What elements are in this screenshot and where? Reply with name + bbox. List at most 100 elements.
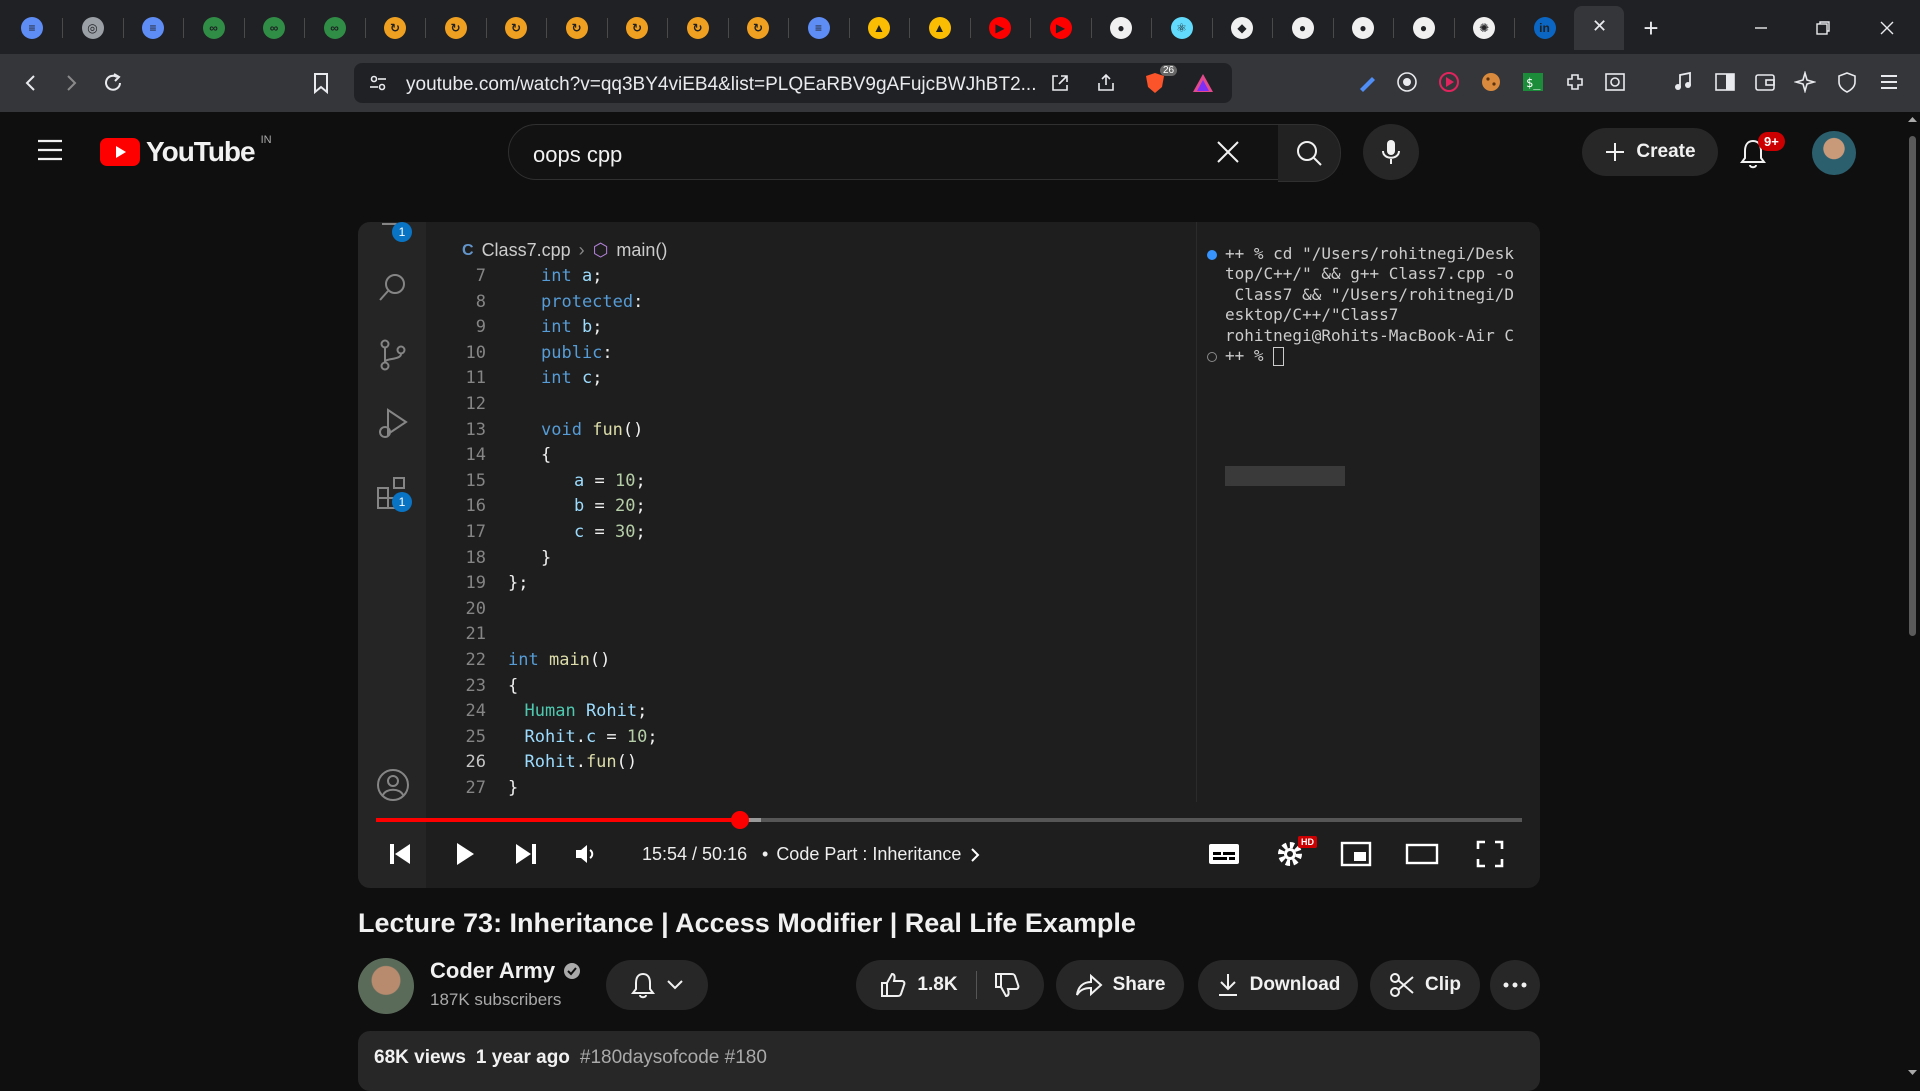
pen-extension-icon[interactable]	[1354, 69, 1380, 95]
volume-button[interactable]	[564, 832, 608, 876]
browser-tab[interactable]: ▲	[924, 12, 956, 44]
page-scroll-thumb[interactable]	[1909, 136, 1916, 636]
channel-name-link[interactable]: Coder Army	[430, 958, 581, 984]
clear-search-icon[interactable]	[1215, 139, 1241, 170]
browser-tab[interactable]: ◆	[1226, 12, 1258, 44]
new-tab-button[interactable]: +	[1636, 13, 1666, 43]
video-player[interactable]: 1 1 C Class7.cpp › ⬡ main() 7 int a; 8 prot…	[358, 222, 1540, 888]
gfg-icon: ∞	[263, 17, 285, 39]
browser-tab[interactable]: ●	[1408, 12, 1440, 44]
browser-tab[interactable]: ≡	[137, 12, 169, 44]
browser-tab[interactable]: ↻	[500, 12, 532, 44]
next-button[interactable]	[504, 832, 548, 876]
like-button[interactable]: 1.8K	[879, 971, 977, 999]
target-extension-icon[interactable]	[1394, 69, 1420, 95]
scroll-up-icon[interactable]	[1905, 114, 1920, 126]
subtitles-button[interactable]	[1202, 832, 1246, 876]
hamburger-menu-icon[interactable]	[36, 138, 64, 167]
share-button[interactable]: Share	[1056, 960, 1184, 1010]
youtube-logo[interactable]: YouTube IN	[100, 134, 272, 168]
browser-tab[interactable]: ↻	[440, 12, 472, 44]
browser-tab[interactable]: ∞	[198, 12, 230, 44]
voice-search-button[interactable]	[1363, 124, 1419, 180]
code-line: 23 {	[426, 674, 519, 700]
bookmark-icon[interactable]	[306, 68, 336, 98]
site-settings-icon[interactable]	[368, 73, 388, 98]
dislike-button[interactable]	[977, 971, 1021, 999]
back-icon[interactable]	[16, 68, 46, 98]
youtube-icon: ▶	[989, 17, 1011, 39]
leo-ai-icon[interactable]	[1792, 69, 1818, 95]
browser-tab[interactable]: ◎	[77, 12, 109, 44]
create-button[interactable]: Create	[1582, 128, 1718, 176]
description-box[interactable]: 68K views 1 year ago #180daysofcode #180	[358, 1031, 1540, 1091]
page-scrollbar[interactable]	[1905, 112, 1920, 1080]
browser-tab[interactable]: ↻	[682, 12, 714, 44]
share-label: Share	[1112, 974, 1166, 995]
browser-toolbar: youtube.com/watch?v=qq3BY4viEB4&list=PLQ…	[0, 54, 1920, 112]
share-page-icon[interactable]	[1096, 73, 1116, 98]
hashtags[interactable]: #180daysofcode #180	[580, 1047, 767, 1069]
browser-tab[interactable]: ∞	[258, 12, 290, 44]
chapter-button[interactable]: • Code Part : Inheritance	[762, 844, 981, 865]
breadcrumb-file[interactable]: Class7.cpp	[482, 240, 571, 261]
minimize-icon[interactable]	[1746, 14, 1776, 42]
browser-tab[interactable]: ≡	[803, 12, 835, 44]
browser-tab[interactable]: in	[1529, 12, 1561, 44]
video-progress-bar[interactable]	[376, 811, 1522, 829]
browser-tab[interactable]: ▲	[863, 12, 895, 44]
brave-rewards-icon[interactable]	[1192, 72, 1214, 99]
previous-button[interactable]	[378, 832, 422, 876]
browser-tab[interactable]: ●	[1347, 12, 1379, 44]
browser-tab[interactable]: ●	[1287, 12, 1319, 44]
close-tab-icon[interactable]: ✕	[1592, 16, 1607, 37]
scroll-down-icon[interactable]	[1905, 1066, 1920, 1078]
account-avatar[interactable]	[1812, 131, 1856, 175]
play-button[interactable]	[442, 832, 486, 876]
sidebar-toggle-icon[interactable]	[1712, 69, 1738, 95]
terminal-extension-icon[interactable]: $_	[1520, 69, 1546, 95]
screenshot-extension-icon[interactable]	[1602, 69, 1628, 95]
browser-tab[interactable]: ≡	[16, 12, 48, 44]
tab-separator	[1030, 18, 1031, 38]
extensions-icon[interactable]	[1562, 69, 1588, 95]
reload-icon[interactable]	[98, 68, 128, 98]
fullscreen-button[interactable]	[1468, 832, 1512, 876]
download-button[interactable]: Download	[1198, 960, 1358, 1010]
wallet-icon[interactable]	[1752, 69, 1778, 95]
menu-icon[interactable]	[1876, 69, 1902, 95]
code-text: protected:	[541, 291, 644, 312]
clip-button[interactable]: Clip	[1370, 960, 1480, 1010]
browser-tab[interactable]: ●	[1105, 12, 1137, 44]
record-extension-icon[interactable]	[1436, 69, 1462, 95]
address-bar[interactable]: youtube.com/watch?v=qq3BY4viEB4&list=PLQ…	[354, 63, 1232, 103]
forward-icon[interactable]	[56, 68, 86, 98]
browser-tab[interactable]: ∞	[319, 12, 351, 44]
scrubber-handle[interactable]	[731, 811, 750, 829]
browser-tab[interactable]: ↻	[621, 12, 653, 44]
browser-tab[interactable]: ↻	[561, 12, 593, 44]
open-external-icon[interactable]	[1050, 73, 1070, 98]
miniplayer-button[interactable]	[1334, 832, 1378, 876]
search-box[interactable]	[508, 124, 1280, 180]
browser-tab[interactable]: ▶	[984, 12, 1016, 44]
cookie-extension-icon[interactable]	[1478, 69, 1504, 95]
breadcrumb-symbol[interactable]: main()	[616, 240, 667, 261]
close-window-icon[interactable]	[1872, 14, 1902, 42]
active-tab[interactable]: ✕	[1574, 6, 1624, 50]
theater-mode-button[interactable]	[1400, 832, 1444, 876]
media-controls-icon[interactable]	[1670, 69, 1696, 95]
browser-tab[interactable]: ↻	[742, 12, 774, 44]
url-text[interactable]: youtube.com/watch?v=qq3BY4viEB4&list=PLQ…	[406, 74, 1036, 96]
browser-tab[interactable]: ↻	[379, 12, 411, 44]
browser-tab[interactable]: ▶	[1045, 12, 1077, 44]
more-actions-button[interactable]	[1490, 960, 1540, 1010]
channel-avatar[interactable]	[358, 958, 414, 1014]
browser-tab[interactable]: ⚛	[1166, 12, 1198, 44]
browser-tab[interactable]: ✺	[1468, 12, 1500, 44]
search-button[interactable]	[1278, 124, 1341, 182]
subscription-notifications-button[interactable]	[606, 960, 708, 1010]
vpn-shield-icon[interactable]	[1834, 69, 1860, 95]
search-input[interactable]	[531, 141, 1175, 169]
restore-icon[interactable]	[1808, 14, 1838, 42]
